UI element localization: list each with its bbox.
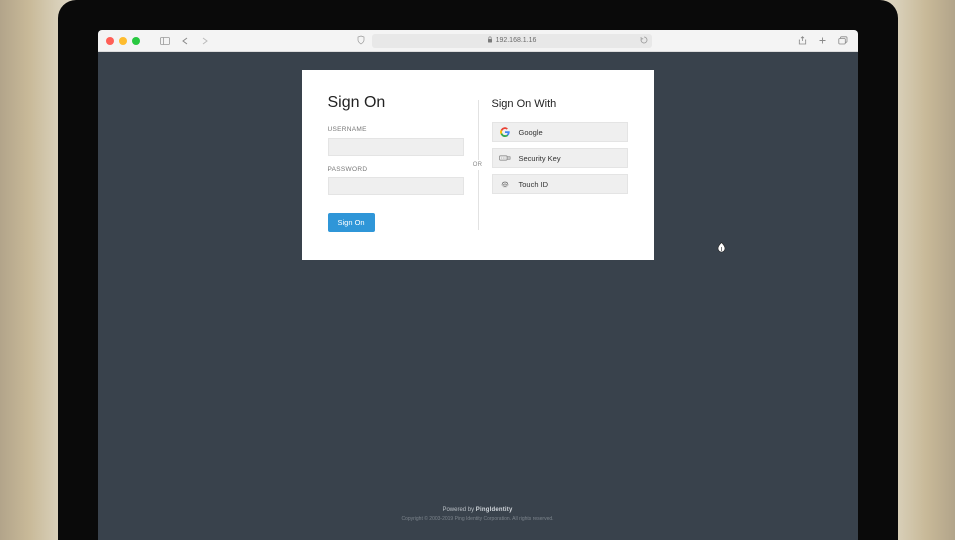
forward-button[interactable]: [198, 34, 212, 48]
signon-title: Sign On: [328, 94, 464, 112]
page-footer: Powered by PingIdentity Copyright © 2003…: [401, 507, 553, 540]
reload-button[interactable]: [640, 36, 648, 46]
security-key-icon: [499, 152, 511, 164]
reader-mode-button[interactable]: [356, 35, 366, 47]
idp-label: Security Key: [519, 154, 561, 163]
share-button[interactable]: [796, 34, 810, 48]
address-bar-wrap: 192.168.1.16: [218, 34, 790, 48]
idp-label: Touch ID: [519, 180, 549, 189]
google-icon: [499, 126, 511, 138]
window-controls: [106, 37, 140, 45]
page-content: Sign On USERNAME PASSWORD Sign On OR Sig…: [98, 52, 858, 540]
address-text: 192.168.1.16: [496, 37, 537, 44]
toolbar-right: [796, 34, 850, 48]
new-tab-button[interactable]: [816, 34, 830, 48]
federated-panel: Sign On With Google Security Key: [478, 94, 628, 232]
reload-icon: [640, 36, 648, 44]
powered-prefix: Powered by: [442, 507, 475, 513]
browser-toolbar: 192.168.1.16: [98, 30, 858, 52]
shield-icon: [356, 35, 366, 45]
tabs-button[interactable]: [836, 34, 850, 48]
signon-card: Sign On USERNAME PASSWORD Sign On OR Sig…: [302, 70, 654, 260]
chevron-left-icon: [182, 37, 188, 45]
copyright: Copyright © 2003-2019 Ping Identity Corp…: [401, 516, 553, 522]
username-label: USERNAME: [328, 126, 464, 133]
idp-touch-id-button[interactable]: Touch ID: [492, 174, 628, 194]
close-window-button[interactable]: [106, 37, 114, 45]
share-icon: [798, 36, 807, 45]
address-bar[interactable]: 192.168.1.16: [372, 34, 652, 48]
sidebar-icon: [160, 37, 170, 45]
plus-icon: [818, 36, 827, 45]
credentials-panel: Sign On USERNAME PASSWORD Sign On: [328, 94, 478, 232]
lock-icon: [487, 36, 493, 45]
username-input[interactable]: [328, 138, 464, 156]
powered-by: Powered by PingIdentity: [401, 507, 553, 513]
tabs-icon: [838, 36, 848, 45]
fingerprint-icon: [499, 178, 511, 190]
sidebar-toggle-button[interactable]: [158, 34, 172, 48]
laptop-frame: 192.168.1.16: [58, 0, 898, 540]
password-input[interactable]: [328, 177, 464, 195]
signon-with-title: Sign On With: [492, 98, 628, 110]
idp-label: Google: [519, 128, 543, 137]
idp-security-key-button[interactable]: Security Key: [492, 148, 628, 168]
signon-button[interactable]: Sign On: [328, 213, 375, 232]
minimize-window-button[interactable]: [119, 37, 127, 45]
idp-google-button[interactable]: Google: [492, 122, 628, 142]
screen: 192.168.1.16: [98, 30, 858, 540]
back-button[interactable]: [178, 34, 192, 48]
maximize-window-button[interactable]: [132, 37, 140, 45]
chevron-right-icon: [202, 37, 208, 45]
cursor-icon: [717, 242, 726, 256]
password-label: PASSWORD: [328, 166, 464, 173]
powered-brand: PingIdentity: [476, 507, 513, 513]
